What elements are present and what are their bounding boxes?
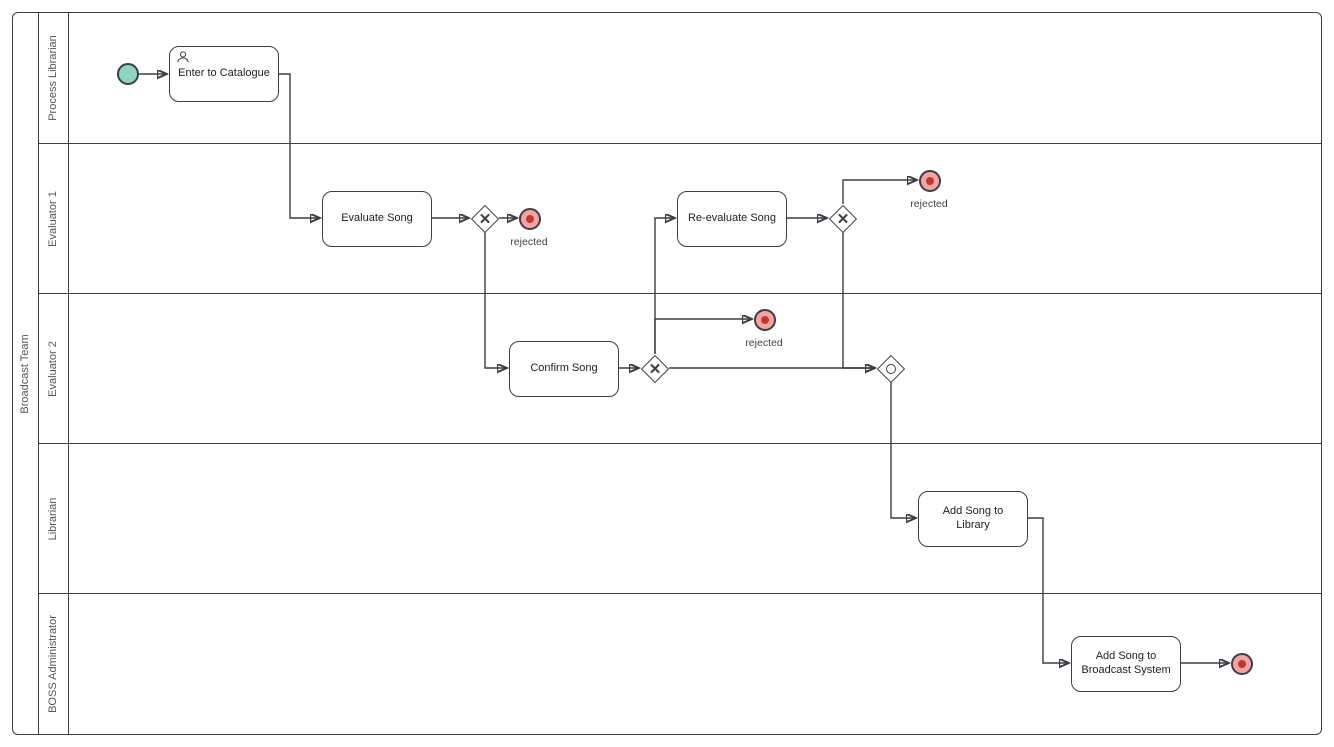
pool-title: Broadcast Team xyxy=(19,334,31,413)
end-event-label: rejected xyxy=(499,236,559,248)
start-event[interactable] xyxy=(117,63,139,85)
gateway-merge-inclusive[interactable] xyxy=(877,355,905,383)
task-add-song-to-library[interactable]: Add Song to Library xyxy=(918,491,1028,547)
lane-title-bar: Evaluator 2 xyxy=(39,294,69,443)
end-event-final[interactable] xyxy=(1231,653,1253,675)
task-add-song-to-broadcast[interactable]: Add Song to Broadcast System xyxy=(1071,636,1181,692)
task-label: Re-evaluate Song xyxy=(688,212,776,226)
gateway-after-evaluate[interactable]: ✕ xyxy=(471,205,499,233)
end-event-rejected-2[interactable] xyxy=(754,309,776,331)
lane-librarian[interactable]: Librarian Add Song to Library xyxy=(39,443,1321,593)
lane-title-bar: Librarian xyxy=(39,444,69,593)
task-reevaluate-song[interactable]: Re-evaluate Song xyxy=(677,191,787,247)
lane-title: Evaluator 2 xyxy=(47,341,59,397)
lane-title-bar: BOSS Administrator xyxy=(39,594,69,734)
lane-title-bar: Process Librarian xyxy=(39,13,69,143)
lane-boss-administrator[interactable]: BOSS Administrator Add Song to Broadcast… xyxy=(39,593,1321,734)
task-label: Add Song to Broadcast System xyxy=(1078,650,1174,678)
pool-broadcast-team[interactable]: Broadcast Team Process Librarian Enter t… xyxy=(12,12,1322,735)
pool-title-bar: Broadcast Team xyxy=(13,13,39,734)
gateway-after-reevaluate[interactable]: ✕ xyxy=(829,205,857,233)
task-enter-to-catalogue[interactable]: Enter to Catalogue xyxy=(169,46,279,102)
lane-title: Process Librarian xyxy=(47,35,59,121)
end-event-rejected-3[interactable] xyxy=(919,170,941,192)
user-task-icon xyxy=(176,51,190,63)
lane-title-bar: Evaluator 1 xyxy=(39,144,69,293)
lane-evaluator-1[interactable]: Evaluator 1 Evaluate Song ✕ rejected Re-… xyxy=(39,143,1321,293)
task-confirm-song[interactable]: Confirm Song xyxy=(509,341,619,397)
task-label: Evaluate Song xyxy=(341,212,413,226)
end-event-label: rejected xyxy=(899,198,959,210)
lane-evaluator-2[interactable]: Evaluator 2 Confirm Song ✕ rejected xyxy=(39,293,1321,443)
end-event-label: rejected xyxy=(734,337,794,349)
lane-title: BOSS Administrator xyxy=(47,615,59,713)
gateway-after-confirm[interactable]: ✕ xyxy=(641,355,669,383)
task-label: Enter to Catalogue xyxy=(178,67,270,81)
end-event-rejected-1[interactable] xyxy=(519,208,541,230)
lane-process-librarian[interactable]: Process Librarian Enter to Catalogue xyxy=(39,13,1321,143)
task-label: Confirm Song xyxy=(530,362,597,376)
task-evaluate-song[interactable]: Evaluate Song xyxy=(322,191,432,247)
lane-title: Librarian xyxy=(47,497,59,540)
lane-title: Evaluator 1 xyxy=(47,191,59,247)
task-label: Add Song to Library xyxy=(925,505,1021,533)
